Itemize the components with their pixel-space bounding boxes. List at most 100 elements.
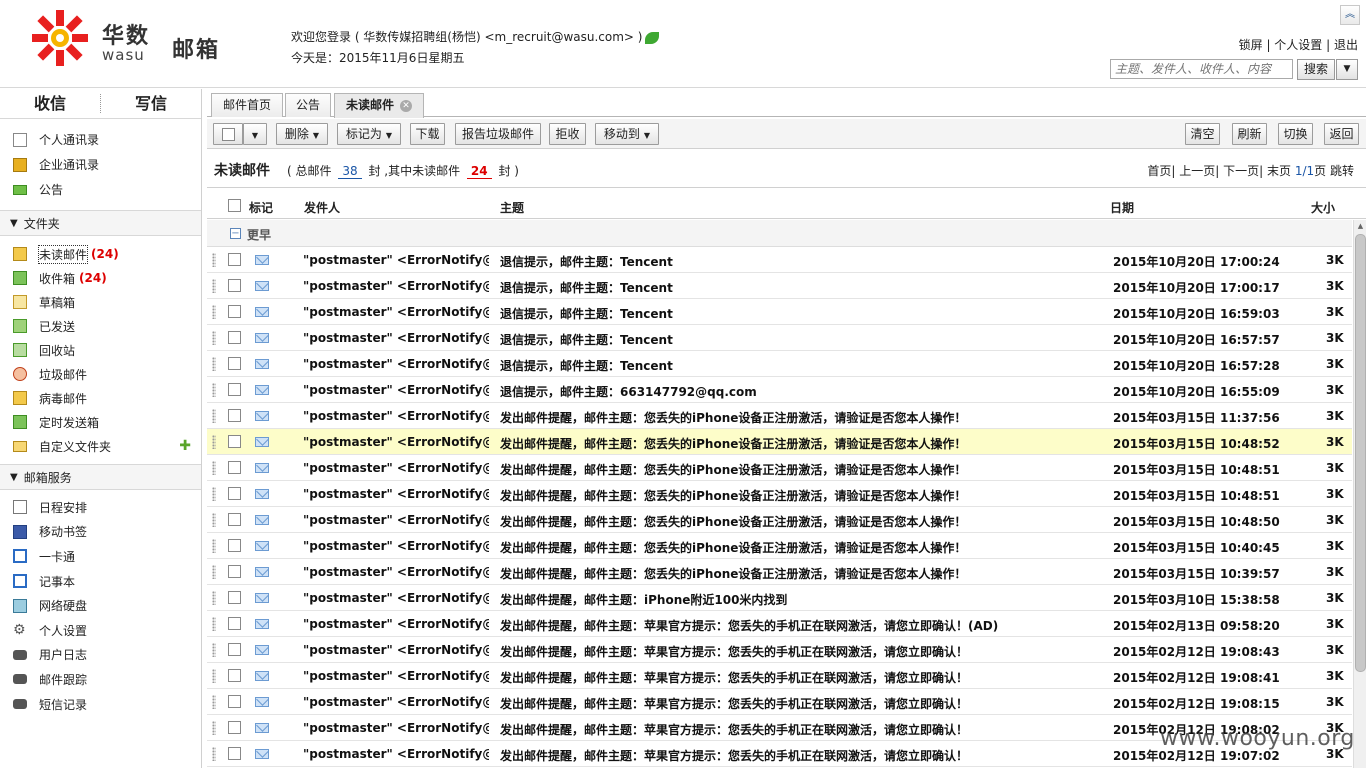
email-row[interactable]: "postmaster" <ErrorNotify@tu... 发出邮件提醒，邮件… <box>207 585 1352 611</box>
drag-handle-icon[interactable] <box>212 279 216 293</box>
report-spam-button[interactable]: 报告垃圾邮件 <box>455 123 541 145</box>
email-row[interactable]: "postmaster" <ErrorNotify@tu... 发出邮件提醒，邮件… <box>207 689 1352 715</box>
select-options-button[interactable]: ▼ <box>243 123 267 145</box>
tab-unread[interactable]: 未读邮件 ✕ <box>334 93 424 118</box>
search-button[interactable]: 搜索 <box>1297 59 1335 80</box>
scrollbar[interactable]: ▲ <box>1353 220 1366 768</box>
mark-as-button[interactable]: 标记为 ▼ <box>337 123 401 145</box>
email-subject[interactable]: 退信提示，邮件主题：Tencent <box>500 331 1100 348</box>
email-subject[interactable]: 发出邮件提醒，邮件主题：您丢失的iPhone设备正注册激活，请验证是否您本人操作… <box>500 487 1100 504</box>
personal-settings-link[interactable]: 个人设置 <box>1274 38 1322 52</box>
drag-handle-icon[interactable] <box>212 253 216 267</box>
scrollbar-thumb[interactable] <box>1355 234 1366 672</box>
row-checkbox[interactable] <box>228 357 241 370</box>
email-row[interactable]: "postmaster" <ErrorNotify@tu... 发出邮件提醒，邮件… <box>207 533 1352 559</box>
tab-mail-home[interactable]: 邮件首页 <box>211 93 283 117</box>
row-checkbox[interactable] <box>228 669 241 682</box>
email-row[interactable]: "postmaster" <ErrorNotify@tu... 发出邮件提醒，邮件… <box>207 637 1352 663</box>
sidebar-item-announcement[interactable]: 公告 <box>0 177 201 202</box>
col-subject[interactable]: 主题 <box>500 199 524 216</box>
drag-handle-icon[interactable] <box>212 331 216 345</box>
drag-handle-icon[interactable] <box>212 305 216 319</box>
folder-drafts[interactable]: 草稿箱 <box>0 290 201 314</box>
drag-handle-icon[interactable] <box>212 513 216 527</box>
switch-button[interactable]: 切换 <box>1278 123 1313 145</box>
email-subject[interactable]: 发出邮件提醒，邮件主题：苹果官方提示：您丢失的手机正在联网激活，请您立即确认！ <box>500 669 1100 686</box>
drag-handle-icon[interactable] <box>212 461 216 475</box>
row-checkbox[interactable] <box>228 539 241 552</box>
back-button[interactable]: 返回 <box>1324 123 1359 145</box>
row-checkbox[interactable] <box>228 331 241 344</box>
row-checkbox[interactable] <box>228 487 241 500</box>
drag-handle-icon[interactable] <box>212 487 216 501</box>
row-checkbox[interactable] <box>228 409 241 422</box>
service-user-log[interactable]: 用户日志 <box>0 643 201 668</box>
service-calendar[interactable]: 日程安排 <box>0 495 201 520</box>
compose-mail-button[interactable]: 写信 <box>101 89 201 118</box>
folder-scheduled[interactable]: 定时发送箱 <box>0 410 201 434</box>
add-folder-icon[interactable]: ✚ <box>179 439 191 453</box>
row-checkbox[interactable] <box>228 721 241 734</box>
reject-button[interactable]: 拒收 <box>549 123 586 145</box>
row-checkbox[interactable] <box>228 279 241 292</box>
email-row[interactable]: "postmaster" <ErrorNotify@tu... 发出邮件提醒，邮件… <box>207 507 1352 533</box>
email-row[interactable]: "postmaster" <ErrorNotify@tu... 发出邮件提醒，邮件… <box>207 663 1352 689</box>
email-row[interactable]: "postmaster" <ErrorNotify@tu... 发出邮件提醒，邮件… <box>207 429 1352 455</box>
folder-spam[interactable]: 垃圾邮件 <box>0 362 201 386</box>
prev-page-link[interactable]: 上一页 <box>1179 164 1215 178</box>
email-row[interactable]: "postmaster" <ErrorNotify@g... 退信提示，邮件主题：… <box>207 351 1352 377</box>
drag-handle-icon[interactable] <box>212 565 216 579</box>
email-subject[interactable]: 发出邮件提醒，邮件主题：苹果官方提示：您丢失的手机正在联网激活，请您立即确认！(… <box>500 617 1100 634</box>
email-subject[interactable]: 发出邮件提醒，邮件主题：苹果官方提示：您丢失的手机正在联网激活，请您立即确认！ <box>500 643 1100 660</box>
lock-screen-link[interactable]: 锁屏 <box>1239 38 1263 52</box>
close-tab-icon[interactable]: ✕ <box>400 99 412 112</box>
services-section-header[interactable]: ▼ 邮箱服务 <box>0 464 201 490</box>
next-page-link[interactable]: 下一页 <box>1223 164 1259 178</box>
collapse-header-button[interactable]: ︽ <box>1340 5 1360 25</box>
email-subject[interactable]: 发出邮件提醒，邮件主题：您丢失的iPhone设备正注册激活，请验证是否您本人操作… <box>500 409 1100 426</box>
col-date[interactable]: 日期 <box>1110 199 1134 216</box>
service-notepad[interactable]: 记事本 <box>0 569 201 594</box>
row-checkbox[interactable] <box>228 253 241 266</box>
download-button[interactable]: 下载 <box>410 123 445 145</box>
email-row[interactable]: "postmaster" <ErrorNotify@tu... 发出邮件提醒，邮件… <box>207 481 1352 507</box>
service-sms-log[interactable]: 短信记录 <box>0 692 201 717</box>
email-subject[interactable]: 退信提示，邮件主题：Tencent <box>500 357 1100 374</box>
search-input[interactable] <box>1110 59 1293 79</box>
collapse-group-icon[interactable]: − <box>230 228 241 239</box>
folder-inbox[interactable]: 收件箱 (24) <box>0 266 201 290</box>
folder-recycle-bin[interactable]: 回收站 <box>0 338 201 362</box>
clear-button[interactable]: 清空 <box>1185 123 1220 145</box>
email-subject[interactable]: 发出邮件提醒，邮件主题：您丢失的iPhone设备正注册激活，请验证是否您本人操作… <box>500 565 1100 582</box>
first-page-link[interactable]: 首页 <box>1147 164 1171 178</box>
refresh-button[interactable]: 刷新 <box>1232 123 1267 145</box>
email-row[interactable]: "postmaster" <ErrorNotify@g... 退信提示，邮件主题：… <box>207 299 1352 325</box>
folder-unread[interactable]: 未读邮件 (24) <box>0 242 201 266</box>
drag-handle-icon[interactable] <box>212 721 216 735</box>
col-size[interactable]: 大小 <box>1311 199 1335 216</box>
email-subject[interactable]: 发出邮件提醒，邮件主题：苹果官方提示：您丢失的手机正在联网激活，请您立即确认！ <box>500 695 1100 712</box>
folder-virus[interactable]: 病毒邮件 <box>0 386 201 410</box>
drag-handle-icon[interactable] <box>212 383 216 397</box>
row-checkbox[interactable] <box>228 591 241 604</box>
jump-link[interactable]: 跳转 <box>1330 164 1354 178</box>
service-disk[interactable]: 网络硬盘 <box>0 593 201 618</box>
email-subject[interactable]: 发出邮件提醒，邮件主题：您丢失的iPhone设备正注册激活，请验证是否您本人操作… <box>500 435 1100 452</box>
email-subject[interactable]: 退信提示，邮件主题：663147792@qq.com <box>500 383 1100 400</box>
drag-handle-icon[interactable] <box>212 357 216 371</box>
row-checkbox[interactable] <box>228 383 241 396</box>
email-subject[interactable]: 退信提示，邮件主题：Tencent <box>500 279 1100 296</box>
folders-section-header[interactable]: ▼ 文件夹 <box>0 210 201 236</box>
row-checkbox[interactable] <box>228 565 241 578</box>
email-row[interactable]: "postmaster" <ErrorNotify@g... 退信提示，邮件主题：… <box>207 377 1352 403</box>
folder-custom[interactable]: 自定义文件夹 ✚ <box>0 434 201 458</box>
row-checkbox[interactable] <box>228 617 241 630</box>
email-row[interactable]: "postmaster" <ErrorNotify@g... 退信提示，邮件主题：… <box>207 247 1352 273</box>
col-from[interactable]: 发件人 <box>304 199 340 216</box>
row-checkbox[interactable] <box>228 747 241 760</box>
drag-handle-icon[interactable] <box>212 435 216 449</box>
row-checkbox[interactable] <box>228 435 241 448</box>
group-earlier[interactable]: − 更早 <box>207 220 1352 247</box>
service-card[interactable]: 一卡通 <box>0 544 201 569</box>
drag-handle-icon[interactable] <box>212 591 216 605</box>
